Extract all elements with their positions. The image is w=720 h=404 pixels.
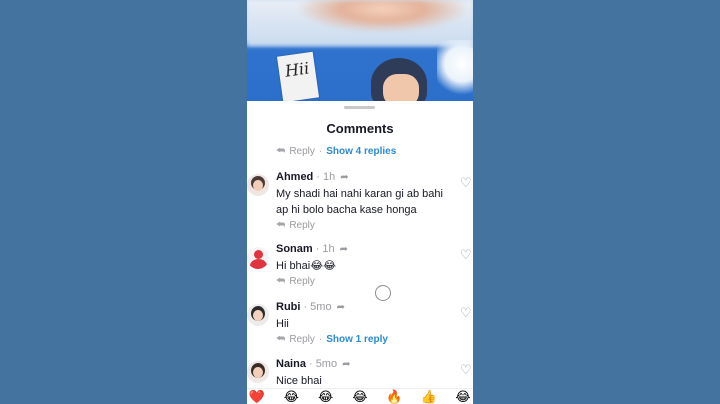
- avatar[interactable]: [247, 174, 269, 196]
- comments-sheet: Comments ⮪ Reply · Show 4 replies Ahmed …: [247, 101, 473, 404]
- avatar-face: [253, 180, 263, 191]
- video-splash: [437, 40, 473, 100]
- quick-emoji-bar: ❤️ 😂 😂 😂 🔥 👍 😂: [247, 388, 473, 404]
- share-arrow-icon[interactable]: ➦: [340, 244, 348, 255]
- emoji-button[interactable]: 👍: [419, 389, 439, 404]
- comment-time: · 5mo: [308, 358, 338, 370]
- avatar[interactable]: [247, 247, 269, 269]
- emoji-button[interactable]: 😂: [316, 389, 336, 404]
- reply-arrow-icon: ⮪: [276, 276, 286, 287]
- avatar-head: [254, 250, 263, 259]
- show-replies-button[interactable]: Show 1 reply: [326, 334, 388, 345]
- reply-arrow-icon: ⮪: [276, 334, 286, 345]
- video-sign-text: Hii: [283, 58, 311, 81]
- emoji-button[interactable]: ❤️: [247, 389, 267, 404]
- reply-button[interactable]: Reply: [289, 334, 315, 345]
- heart-outline-icon[interactable]: ♡: [460, 305, 472, 321]
- emoji-button[interactable]: 😂: [350, 389, 370, 404]
- reply-button[interactable]: Reply: [289, 276, 315, 287]
- emoji-button[interactable]: 😂: [281, 389, 301, 404]
- drag-handle[interactable]: [344, 106, 375, 109]
- video-character-face: [383, 74, 419, 101]
- comment-text: My shadi hai nahi karan gi ab bahi ap hi…: [276, 188, 443, 216]
- comment-author[interactable]: Sonam: [276, 243, 313, 255]
- share-arrow-icon[interactable]: ➦: [342, 359, 350, 370]
- emoji-button[interactable]: 😂: [453, 389, 473, 404]
- comment-author[interactable]: Rubi: [276, 301, 300, 313]
- comment-time: · 1h: [315, 243, 335, 255]
- reply-arrow-icon: ⮪: [276, 220, 286, 231]
- video-paper-sign: Hii: [276, 51, 320, 101]
- share-arrow-icon[interactable]: ➦: [337, 302, 345, 313]
- comments-title: Comments: [326, 121, 394, 136]
- top-reply-row: ⮪ Reply · Show 4 replies: [276, 146, 396, 157]
- comment-header: Naina · 5mo ➦: [276, 358, 350, 370]
- emoji-button[interactable]: 🔥: [384, 389, 404, 404]
- comment-text: Nice bhai: [276, 375, 322, 387]
- avatar-face: [253, 310, 263, 321]
- heart-outline-icon[interactable]: ♡: [460, 247, 472, 263]
- comment-time: · 1h: [316, 171, 336, 183]
- comment-author[interactable]: Ahmed: [276, 171, 313, 183]
- comment-reply-row: ⮪ Reply: [276, 220, 315, 231]
- reply-button[interactable]: Reply: [289, 220, 315, 231]
- comment-text: Hii: [276, 318, 289, 330]
- phone-screen: Hii Comments ⮪ Reply · Show 4 replies Ah…: [247, 0, 473, 404]
- share-arrow-icon[interactable]: ➦: [340, 172, 348, 183]
- avatar-face: [253, 367, 263, 378]
- comment-header: Ahmed · 1h ➦: [276, 171, 349, 183]
- comment-reply-row: ⮪ Reply · Show 1 reply: [276, 334, 388, 345]
- separator: ·: [318, 334, 323, 345]
- comment-header: Sonam · 1h ➦: [276, 243, 348, 255]
- comment-time: · 5mo: [303, 301, 332, 313]
- comment-text: Hi bhai😂😂: [276, 260, 336, 272]
- reply-arrow-icon: ⮪: [276, 146, 286, 157]
- heart-outline-icon[interactable]: ♡: [460, 175, 472, 191]
- avatar-body: [250, 259, 267, 269]
- loading-spinner-icon: [375, 285, 391, 301]
- comment-author[interactable]: Naina: [276, 358, 306, 370]
- separator: ·: [318, 146, 323, 157]
- comment-reply-row: ⮪ Reply: [276, 276, 315, 287]
- reply-button[interactable]: Reply: [289, 146, 315, 157]
- show-replies-button[interactable]: Show 4 replies: [326, 146, 396, 157]
- heart-outline-icon[interactable]: ♡: [460, 362, 472, 378]
- comment-header: Rubi · 5mo ➦: [276, 301, 345, 313]
- avatar[interactable]: [247, 304, 269, 326]
- avatar[interactable]: [247, 361, 269, 383]
- video-preview[interactable]: Hii: [247, 0, 473, 101]
